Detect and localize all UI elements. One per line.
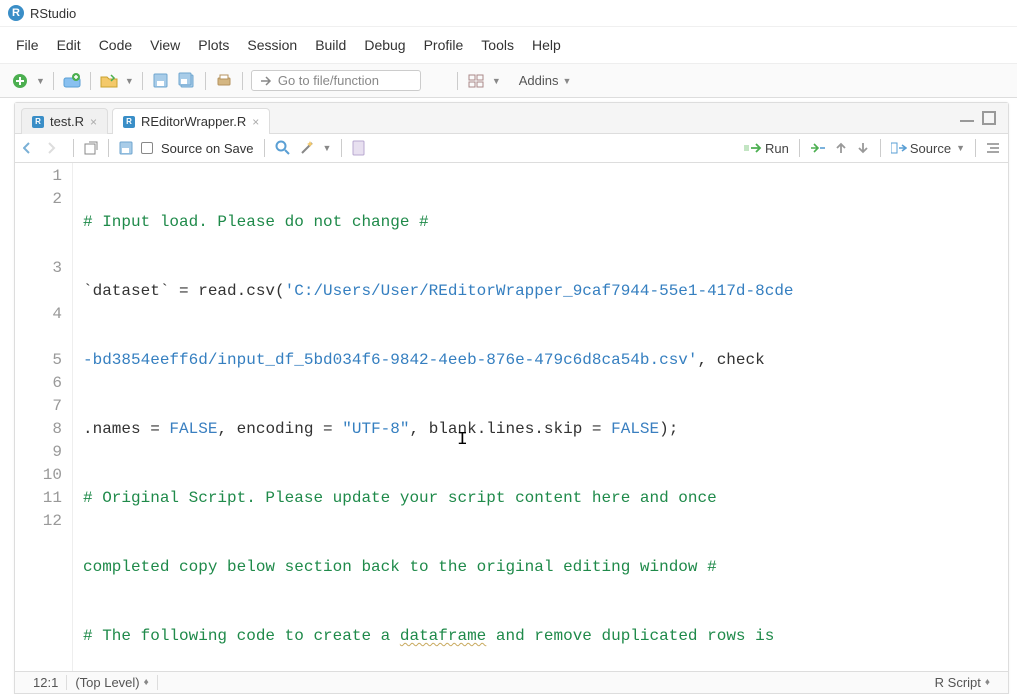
save-icon[interactable] — [151, 71, 171, 91]
goto-file-input[interactable]: Go to file/function — [251, 70, 421, 91]
back-icon[interactable] — [23, 142, 39, 154]
show-in-new-window-icon[interactable] — [84, 141, 98, 155]
up-icon[interactable] — [834, 141, 848, 155]
tab-label: REditorWrapper.R — [141, 114, 246, 129]
line-gutter: 12 34 5678 9101112 — [15, 163, 73, 671]
dropdown-icon[interactable]: ▼ — [36, 76, 45, 86]
menu-view[interactable]: View — [150, 37, 180, 53]
r-file-icon: R — [123, 116, 135, 128]
goto-placeholder: Go to file/function — [278, 73, 379, 88]
menu-help[interactable]: Help — [532, 37, 561, 53]
source-on-save-checkbox[interactable] — [141, 142, 153, 154]
addins-menu[interactable]: Addins▼ — [519, 73, 572, 88]
statusbar: 12:1 (Top Level)♦ R Script♦ — [15, 671, 1008, 693]
code-editor[interactable]: 12 34 5678 9101112 # Input load. Please … — [15, 163, 1008, 671]
menubar: File Edit Code View Plots Session Build … — [0, 27, 1017, 64]
save-icon[interactable] — [119, 141, 133, 155]
menu-file[interactable]: File — [16, 37, 39, 53]
menu-edit[interactable]: Edit — [57, 37, 81, 53]
close-icon[interactable]: × — [90, 115, 97, 129]
rerun-icon[interactable] — [810, 142, 826, 154]
source-button[interactable]: Source ▼ — [891, 141, 965, 156]
save-all-icon[interactable] — [177, 71, 197, 91]
menu-build[interactable]: Build — [315, 37, 346, 53]
main-toolbar: ▼ ▼ Go to file/function ▼ Addins▼ — [0, 64, 1017, 98]
new-file-icon[interactable] — [10, 71, 30, 91]
notebook-icon[interactable] — [352, 140, 365, 156]
find-icon[interactable] — [275, 140, 291, 156]
menu-plots[interactable]: Plots — [198, 37, 229, 53]
menu-profile[interactable]: Profile — [424, 37, 464, 53]
tab-label: test.R — [50, 114, 84, 129]
code-content[interactable]: # Input load. Please do not change # `da… — [73, 163, 1008, 671]
grid-icon[interactable] — [466, 71, 486, 91]
dropdown-icon[interactable]: ▼ — [492, 76, 501, 86]
source-on-save-label: Source on Save — [161, 141, 254, 156]
close-icon[interactable]: × — [252, 115, 259, 129]
menu-session[interactable]: Session — [247, 37, 297, 53]
new-project-icon[interactable] — [62, 71, 82, 91]
menu-code[interactable]: Code — [99, 37, 132, 53]
maximize-icon[interactable] — [982, 111, 996, 125]
tab-test-r[interactable]: R test.R × — [21, 108, 108, 134]
minimize-icon[interactable] — [960, 113, 976, 123]
menu-tools[interactable]: Tools — [481, 37, 514, 53]
forward-icon[interactable] — [47, 142, 63, 154]
run-button[interactable]: Run — [744, 141, 789, 156]
app-icon: R — [8, 5, 24, 21]
source-panel: R test.R × R REditorWrapper.R × Source o… — [14, 102, 1009, 694]
goto-arrow-icon — [260, 75, 272, 87]
scope-selector[interactable]: (Top Level)♦ — [67, 675, 157, 690]
r-file-icon: R — [32, 116, 44, 128]
app-title: RStudio — [30, 6, 76, 21]
open-file-icon[interactable] — [99, 71, 119, 91]
text-cursor-icon: I — [457, 429, 468, 452]
down-icon[interactable] — [856, 141, 870, 155]
cursor-position: 12:1 — [25, 675, 67, 690]
dropdown-icon[interactable]: ▼ — [323, 143, 332, 153]
file-type-selector[interactable]: R Script♦ — [927, 675, 998, 690]
dropdown-icon[interactable]: ▼ — [125, 76, 134, 86]
wand-icon[interactable] — [299, 140, 315, 156]
print-icon[interactable] — [214, 71, 234, 91]
outline-icon[interactable] — [986, 142, 1000, 154]
menu-debug[interactable]: Debug — [364, 37, 405, 53]
tab-reditorwrapper-r[interactable]: R REditorWrapper.R × — [112, 108, 270, 134]
